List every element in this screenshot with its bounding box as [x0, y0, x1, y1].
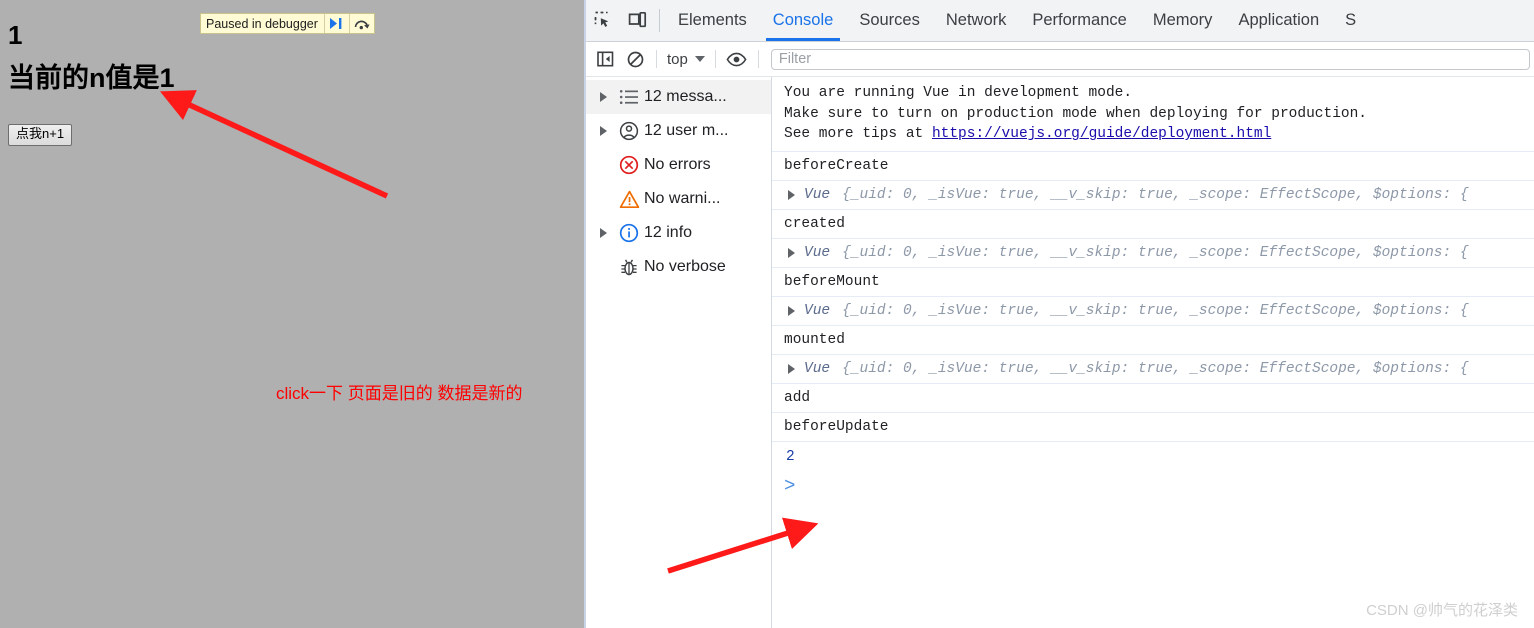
sidebar-item-user-messages[interactable]: 12 user m...: [586, 114, 771, 148]
expand-triangle-icon[interactable]: [600, 228, 614, 238]
console-message-object[interactable]: Vue {_uid: 0, _isVue: true, __v_skip: tr…: [772, 181, 1534, 210]
devtools-panel: Elements Console Sources Network Perform…: [586, 0, 1534, 628]
sidebar-item-errors[interactable]: No errors: [586, 148, 771, 182]
object-preview: {_uid: 0, _isVue: true, __v_skip: true, …: [842, 245, 1469, 261]
sidebar-item-warnings[interactable]: No warni...: [586, 182, 771, 216]
expand-triangle-icon[interactable]: [600, 92, 614, 102]
user-message-icon: [614, 121, 644, 141]
console-toolbar-divider-3: [757, 50, 759, 68]
console-message-log: beforeCreate: [772, 152, 1534, 181]
error-icon: [614, 155, 644, 175]
toolbar-divider: [659, 9, 660, 32]
notice-line-3-text: See more tips at: [784, 126, 932, 143]
paused-in-debugger-label: Paused in debugger: [206, 16, 318, 31]
step-over-icon[interactable]: [348, 14, 374, 33]
device-toolbar-icon[interactable]: [620, 0, 654, 41]
object-brace: {: [842, 360, 851, 377]
tab-console[interactable]: Console: [760, 0, 847, 41]
verbose-bug-icon: [614, 258, 644, 277]
object-brace: {: [842, 244, 851, 261]
sidebar-item-label: 12 info: [644, 224, 693, 241]
console-body: 12 messa... 12 user m... No errors No wa…: [586, 77, 1534, 628]
sidebar-item-messages[interactable]: 12 messa...: [586, 80, 771, 114]
console-message-result: 2: [786, 448, 795, 465]
page-annotation-note: click一下 页面是旧的 数据是新的: [276, 384, 523, 403]
object-props: _uid: 0, _isVue: true, __v_skip: true, _…: [850, 244, 1469, 261]
expand-triangle-icon[interactable]: [788, 189, 795, 200]
increment-n-button[interactable]: 点我n+1: [8, 124, 73, 146]
notice-line-2: Make sure to turn on production mode whe…: [784, 105, 1367, 122]
console-message-log: beforeUpdate: [772, 413, 1534, 442]
object-preview: {_uid: 0, _isVue: true, __v_skip: true, …: [842, 303, 1469, 319]
screenshot-root: 1 当前的n值是1 点我n+1 click一下 页面是旧的 数据是新的 Paus…: [0, 0, 1534, 628]
inspect-element-icon[interactable]: [586, 0, 620, 41]
tab-application[interactable]: Application: [1225, 0, 1332, 41]
expand-triangle-icon[interactable]: [788, 305, 795, 316]
clear-console-icon[interactable]: [620, 46, 650, 72]
console-message-log: add: [772, 384, 1534, 413]
sidebar-item-label: No verbose: [644, 258, 726, 275]
object-props: _uid: 0, _isVue: true, __v_skip: true, _…: [850, 360, 1469, 377]
console-message-log: created: [772, 210, 1534, 239]
devtools-tabbar: Elements Console Sources Network Perform…: [586, 0, 1534, 42]
tab-performance[interactable]: Performance: [1019, 0, 1139, 41]
console-context-label: top: [667, 50, 688, 68]
object-props: _uid: 0, _isVue: true, __v_skip: true, _…: [850, 186, 1469, 203]
page-heading: 当前的n值是1: [8, 63, 175, 93]
sidebar-item-info[interactable]: 12 info: [586, 216, 771, 250]
console-prompt[interactable]: >: [772, 471, 1534, 496]
console-context-selector[interactable]: top: [663, 51, 709, 68]
console-message-object[interactable]: Vue {_uid: 0, _isVue: true, __v_skip: tr…: [772, 297, 1534, 326]
notice-line-3: See more tips at https://vuejs.org/guide…: [784, 124, 1534, 145]
console-toolbar: top: [586, 42, 1534, 77]
console-message-list[interactable]: You are running Vue in development mode.…: [772, 77, 1534, 628]
tab-network[interactable]: Network: [933, 0, 1020, 41]
console-toolbar-divider-1: [656, 50, 657, 68]
expand-triangle-icon[interactable]: [788, 247, 795, 258]
object-preview: {_uid: 0, _isVue: true, __v_skip: true, …: [842, 361, 1469, 377]
info-icon: [614, 223, 644, 243]
console-message-log: beforeMount: [772, 268, 1534, 297]
tab-security[interactable]: S: [1332, 0, 1369, 41]
console-message-vue-dev-notice: You are running Vue in development mode.…: [772, 77, 1534, 152]
notice-line-1: You are running Vue in development mode.: [784, 85, 1133, 101]
live-expression-eye-icon[interactable]: [722, 46, 752, 72]
sidebar-item-label: 12 user m...: [644, 122, 729, 139]
console-toolbar-divider-2: [714, 50, 716, 68]
sidebar-item-label: No warni...: [644, 190, 721, 207]
tab-memory[interactable]: Memory: [1140, 0, 1226, 41]
object-class-name: Vue: [804, 360, 831, 377]
console-filter-input[interactable]: [770, 48, 1530, 70]
console-prompt-chevron-icon: >: [784, 474, 796, 497]
resume-script-icon[interactable]: [323, 14, 349, 33]
console-sidebar-toggle-icon[interactable]: [590, 46, 620, 72]
object-class-name: Vue: [804, 302, 831, 319]
tab-elements[interactable]: Elements: [665, 0, 760, 41]
object-class-name: Vue: [804, 186, 831, 203]
paused-in-debugger-overlay: Paused in debugger: [200, 13, 375, 34]
object-brace: {: [842, 186, 851, 203]
sidebar-item-verbose[interactable]: No verbose: [586, 250, 771, 284]
rendered-page-pane: 1 当前的n值是1 点我n+1 click一下 页面是旧的 数据是新的 Paus…: [0, 0, 584, 628]
expand-triangle-icon[interactable]: [788, 363, 795, 374]
console-sidebar: 12 messa... 12 user m... No errors No wa…: [586, 77, 772, 628]
sidebar-item-label: 12 messa...: [644, 88, 727, 105]
object-props: _uid: 0, _isVue: true, __v_skip: true, _…: [850, 302, 1469, 319]
page-n-value: 1: [8, 20, 23, 50]
object-class-name: Vue: [804, 244, 831, 261]
console-message-log: mounted: [772, 326, 1534, 355]
expand-triangle-icon[interactable]: [600, 126, 614, 136]
object-brace: {: [842, 302, 851, 319]
object-preview: {_uid: 0, _isVue: true, __v_skip: true, …: [842, 187, 1469, 203]
chevron-down-icon: [694, 56, 705, 62]
warning-icon: [614, 190, 644, 209]
message-list-icon: [614, 89, 644, 105]
sidebar-item-label: No errors: [644, 156, 711, 173]
vue-deployment-link[interactable]: https://vuejs.org/guide/deployment.html: [932, 126, 1271, 142]
tab-sources[interactable]: Sources: [846, 0, 933, 41]
console-message-object[interactable]: Vue {_uid: 0, _isVue: true, __v_skip: tr…: [772, 355, 1534, 384]
console-message-object[interactable]: Vue {_uid: 0, _isVue: true, __v_skip: tr…: [772, 239, 1534, 268]
